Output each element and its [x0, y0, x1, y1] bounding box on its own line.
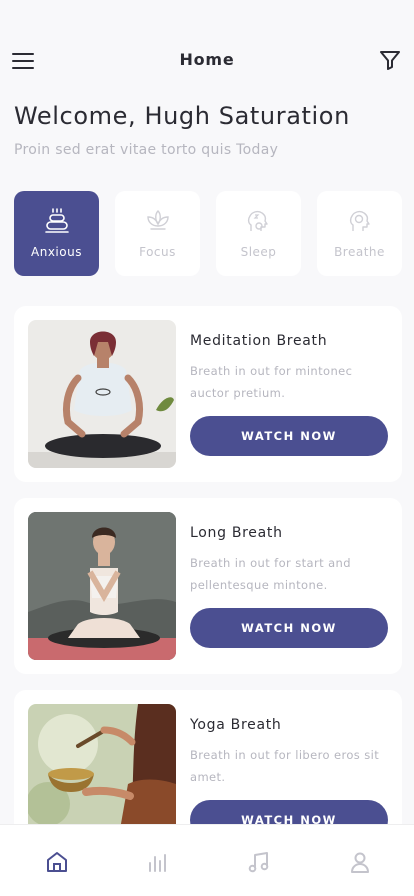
profile-icon[interactable]	[347, 849, 373, 875]
stats-bars-icon[interactable]	[145, 849, 171, 875]
home-icon[interactable]	[44, 849, 70, 875]
category-sleep[interactable]: Sleep	[216, 191, 301, 276]
watch-now-button[interactable]: WATCH NOW	[190, 608, 388, 648]
category-focus[interactable]: Focus	[115, 191, 200, 276]
welcome-subtitle: Proin sed erat vitae torto quis Today	[14, 142, 279, 158]
welcome-heading: Welcome, Hugh Saturation	[14, 102, 350, 130]
session-card[interactable]: Meditation Breath Breath in out for mint…	[14, 306, 402, 482]
meditation-photo	[28, 320, 176, 468]
card-description: Breath in out for mintonec auctor pretiu…	[190, 364, 353, 400]
card-description: Breath in out for start and pellentesque…	[190, 556, 351, 592]
anxious-icon	[44, 208, 69, 233]
category-list: Anxious Focus Sleep Breathe	[14, 191, 404, 277]
card-title: Yoga Breath	[190, 717, 282, 733]
card-title: Meditation Breath	[190, 333, 328, 349]
category-label: Focus	[139, 245, 176, 259]
category-label: Breathe	[334, 245, 385, 259]
long-breath-photo	[28, 512, 176, 660]
top-bar: Home	[0, 44, 414, 76]
category-label: Anxious	[31, 245, 82, 259]
sleep-head-icon	[247, 210, 268, 231]
music-note-icon[interactable]	[246, 849, 272, 875]
page-title: Home	[179, 50, 235, 69]
lotus-icon	[146, 210, 169, 230]
card-title: Long Breath	[190, 525, 283, 541]
watch-now-button[interactable]: WATCH NOW	[190, 416, 388, 456]
session-card[interactable]: Long Breath Breath in out for start and …	[14, 498, 402, 674]
category-breathe[interactable]: Breathe	[317, 191, 402, 276]
category-label: Sleep	[240, 245, 277, 259]
bottom-navigation	[0, 824, 414, 896]
filter-icon[interactable]	[378, 48, 402, 72]
category-anxious[interactable]: Anxious	[14, 191, 99, 276]
breathe-head-icon	[349, 210, 370, 231]
card-description: Breath in out for libero eros sit amet.	[190, 748, 380, 784]
